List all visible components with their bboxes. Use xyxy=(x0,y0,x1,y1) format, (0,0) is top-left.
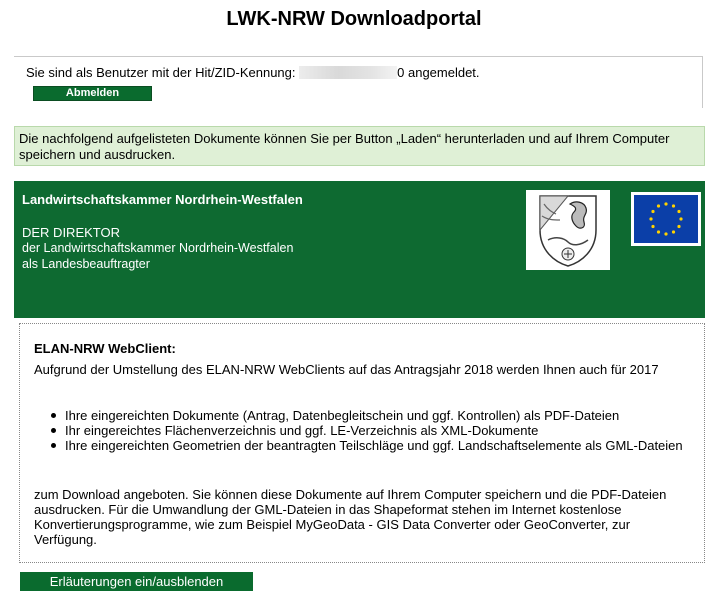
banner-line-2: als Landesbeauftragter xyxy=(22,257,150,271)
logout-button[interactable]: Abmelden xyxy=(33,86,152,101)
page-title: LWK-NRW Downloadportal xyxy=(226,8,482,30)
list-item: Ihr eingereichtes Flächenverzeichnis und… xyxy=(34,423,694,438)
panel-outro: zum Download angeboten. Sie können diese… xyxy=(34,487,667,547)
info-notice: Die nachfolgend aufgelisteten Dokumente … xyxy=(14,126,705,166)
redacted-user-id xyxy=(299,66,398,79)
login-status-text: Sie sind als Benutzer mit der Hit/ZID-Ke… xyxy=(26,65,480,80)
bullet-icon xyxy=(51,413,56,418)
banner-line-1: der Landwirtschaftskammer Nordrhein-West… xyxy=(22,241,294,255)
nrw-coat-of-arms-icon xyxy=(526,190,610,270)
list-item: Ihre eingereichten Geometrien der beantr… xyxy=(34,438,694,453)
list-item: Ihre eingereichten Dokumente (Antrag, Da… xyxy=(34,408,694,423)
login-status-box: Sie sind als Benutzer mit der Hit/ZID-Ke… xyxy=(14,56,703,108)
banner-title: DER DIREKTOR xyxy=(22,225,120,240)
toggle-explanations-button[interactable]: Erläuterungen ein/ausblenden xyxy=(20,572,253,591)
panel-heading: ELAN-NRW WebClient: xyxy=(34,341,176,356)
login-suffix: 0 angemeldet. xyxy=(397,65,480,80)
eu-flag-icon xyxy=(631,192,701,246)
bullet-icon xyxy=(51,428,56,433)
download-items-list: Ihre eingereichten Dokumente (Antrag, Da… xyxy=(34,408,694,453)
header-banner: Landwirtschaftskammer Nordrhein-Westfale… xyxy=(14,181,705,318)
bullet-icon xyxy=(51,443,56,448)
banner-organization: Landwirtschaftskammer Nordrhein-Westfale… xyxy=(22,192,303,207)
login-prefix: Sie sind als Benutzer mit der Hit/ZID-Ke… xyxy=(26,65,296,80)
panel-intro: Aufgrund der Umstellung des ELAN-NRW Web… xyxy=(34,362,659,377)
elan-info-panel: ELAN-NRW WebClient: Aufgrund der Umstell… xyxy=(19,323,705,563)
